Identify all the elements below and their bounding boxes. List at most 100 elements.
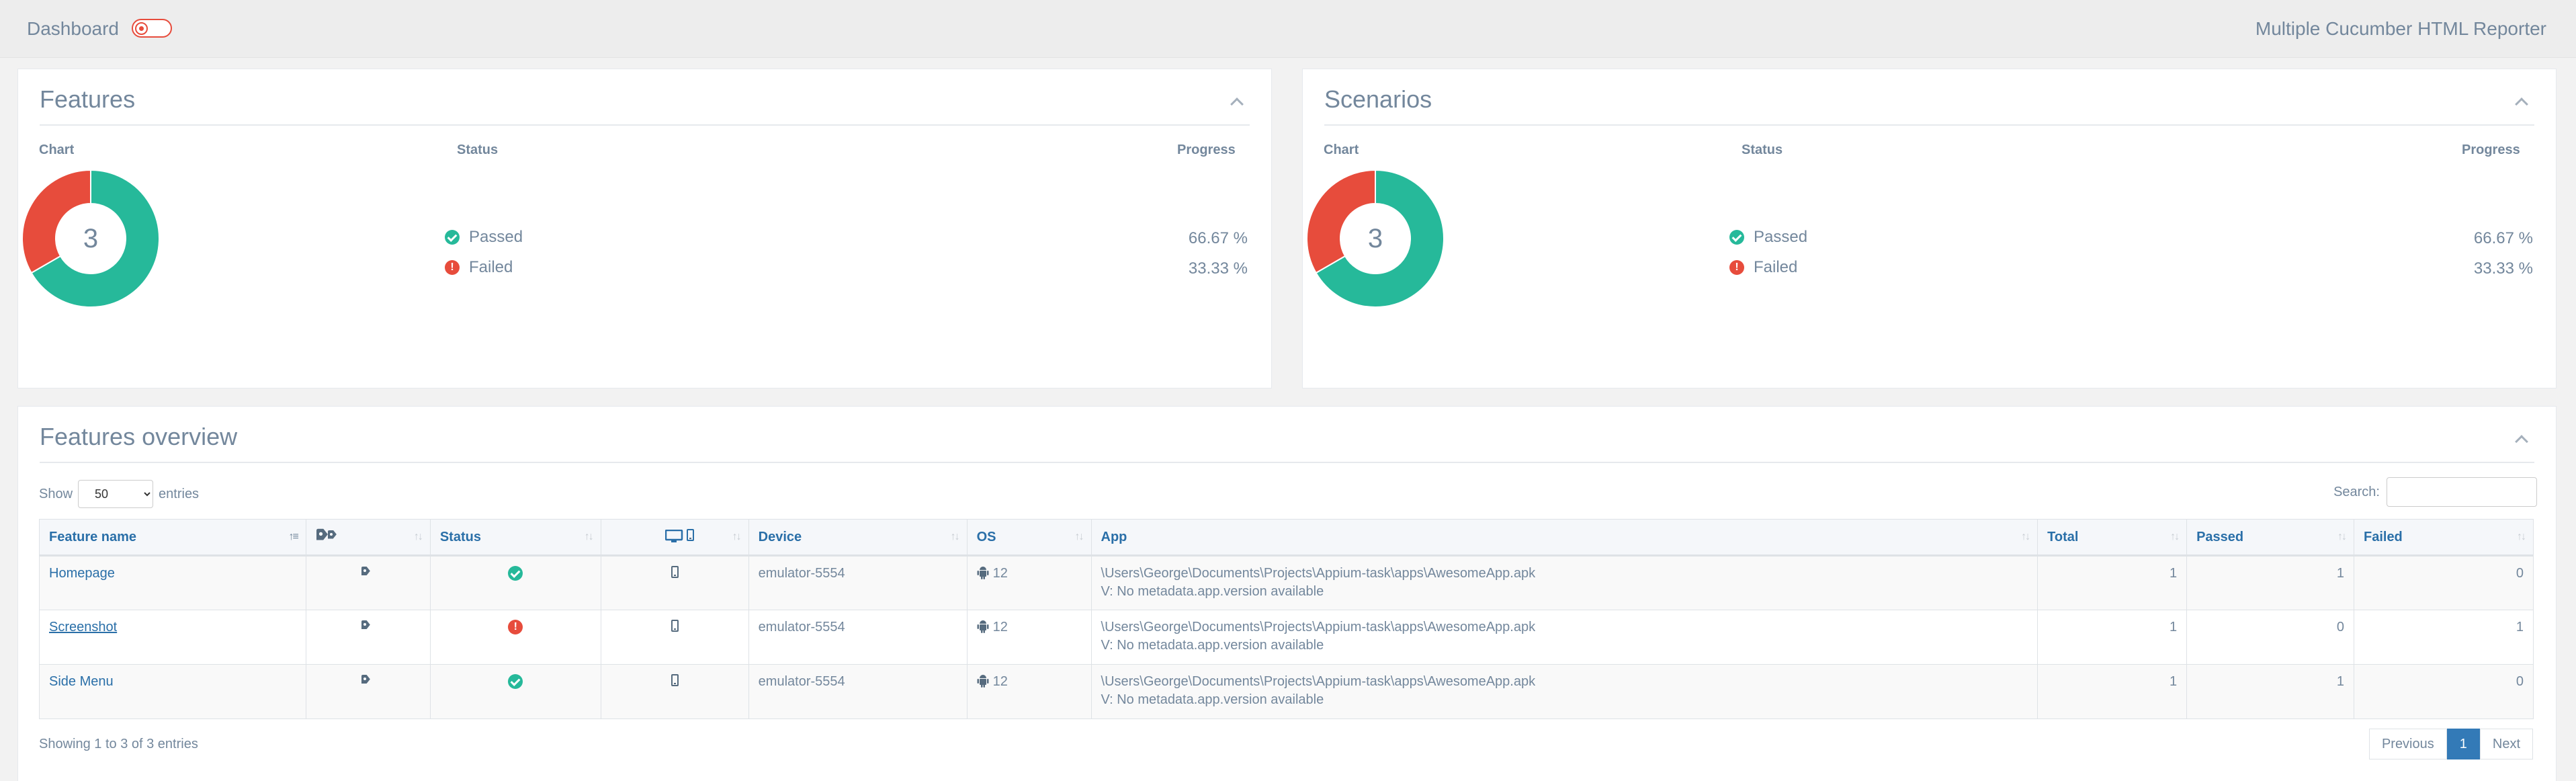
th-app[interactable]: App ↑↓ xyxy=(1090,519,2038,557)
check-circle-icon xyxy=(1729,230,1744,245)
status-failed: Failed xyxy=(1729,258,1797,277)
col-progress: Progress xyxy=(2462,142,2520,157)
status-passed: Passed xyxy=(1729,228,1807,247)
table-row: Homepage emulator-5554 12 \Users\George\Doc… xyxy=(39,555,2534,610)
status-label: Failed xyxy=(1754,258,1798,276)
th-failed[interactable]: Failed ↑↓ xyxy=(2353,519,2534,557)
exclamation-circle-icon xyxy=(508,620,523,634)
panel-title: Scenarios xyxy=(1324,85,1432,113)
app-version: V: No metadata.app.version available xyxy=(1101,692,1324,707)
status-label: Failed xyxy=(469,258,513,276)
sort-icon: ↑↓ xyxy=(584,531,594,542)
features-panel: Features xyxy=(17,69,1272,388)
feature-link[interactable]: Side Menu xyxy=(49,674,114,689)
th-feature-name[interactable]: Feature name ↑≡ xyxy=(39,519,306,557)
search-input[interactable] xyxy=(2387,477,2537,507)
th-label: Failed xyxy=(2363,529,2403,544)
sort-icon: ↑↓ xyxy=(1074,531,1084,542)
sort-icon: ↑↓ xyxy=(2170,531,2180,542)
app-version: V: No metadata.app.version available xyxy=(1101,638,1324,653)
sort-icon: ↑↓ xyxy=(2337,531,2347,542)
progress-passed: 66.67 % xyxy=(1188,229,1248,247)
cell-tags xyxy=(305,610,431,665)
col-progress: Progress xyxy=(1177,142,1236,157)
features-table: Feature name ↑≡ ↑↓ Status ↑↓ ↑↓ Device ↑↓ O… xyxy=(39,519,2534,719)
status-label: Passed xyxy=(469,228,523,246)
tag-icon[interactable] xyxy=(361,675,375,686)
th-label: Device xyxy=(758,529,802,544)
scenarios-total: 3 xyxy=(1367,224,1383,253)
th-label: App xyxy=(1101,529,1127,544)
th-label: Status xyxy=(439,529,481,544)
mobile-icon xyxy=(671,674,679,686)
tag-icon[interactable] xyxy=(361,567,375,577)
next-button[interactable]: Next xyxy=(2479,729,2533,759)
cell-total: 1 xyxy=(2037,555,2188,610)
panel-title: Features overview xyxy=(40,423,238,450)
features-total: 3 xyxy=(83,224,99,253)
progress-failed: 33.33 % xyxy=(2473,259,2533,278)
chevron-up-icon[interactable] xyxy=(2514,95,2528,108)
status-passed: Passed xyxy=(445,228,523,247)
feature-link[interactable]: Screenshot xyxy=(49,620,117,634)
cell-app: \Users\George\Documents\Projects\Appium-… xyxy=(1090,555,2038,610)
th-os[interactable]: OS ↑↓ xyxy=(966,519,1092,557)
app-path: \Users\George\Documents\Projects\Appium-… xyxy=(1101,620,1536,634)
sort-icon: ↑↓ xyxy=(413,531,423,542)
chevron-up-icon[interactable] xyxy=(2514,432,2528,446)
sort-icon: ↑↓ xyxy=(732,531,742,542)
col-chart: Chart xyxy=(1324,142,1359,157)
cell-passed: 1 xyxy=(2186,664,2354,719)
tags-icon xyxy=(328,530,341,541)
th-status[interactable]: Status ↑↓ xyxy=(429,519,601,557)
cell-tags xyxy=(305,664,431,719)
cell-status xyxy=(429,664,601,719)
page-1-button[interactable]: 1 xyxy=(2446,729,2480,759)
status-label: Passed xyxy=(1754,228,1808,246)
theme-toggle[interactable] xyxy=(132,19,172,38)
app-path: \Users\George\Documents\Projects\Appium-… xyxy=(1101,566,1536,581)
exclamation-circle-icon xyxy=(1729,260,1744,275)
cell-passed: 0 xyxy=(2186,610,2354,665)
feature-link[interactable]: Homepage xyxy=(49,566,115,581)
progress-failed: 33.33 % xyxy=(1188,259,1248,278)
cell-total: 1 xyxy=(2037,610,2188,665)
th-device[interactable]: Device ↑↓ xyxy=(748,519,968,557)
table-row: Side Menu emulator-5554 12 \Users\George\Do… xyxy=(39,664,2534,719)
th-label: Feature name xyxy=(49,529,137,544)
page-length-select[interactable]: 50 xyxy=(78,480,154,508)
th-label: OS xyxy=(976,529,996,544)
th-label: Passed xyxy=(2196,529,2244,544)
tag-icon[interactable] xyxy=(361,620,375,631)
col-status: Status xyxy=(1742,142,1783,157)
mobile-icon xyxy=(686,529,694,541)
col-status: Status xyxy=(457,142,499,157)
os-version: 12 xyxy=(992,674,1008,689)
divider xyxy=(40,124,1250,126)
previous-button[interactable]: Previous xyxy=(2368,729,2447,759)
entries-label: entries xyxy=(159,486,200,501)
cell-device-type xyxy=(600,610,749,665)
chevron-up-icon[interactable] xyxy=(1230,95,1243,108)
panel-title: Features xyxy=(40,85,136,113)
th-total[interactable]: Total ↑↓ xyxy=(2037,519,2188,557)
th-passed[interactable]: Passed ↑↓ xyxy=(2186,519,2354,557)
pagination: Previous 1 Next xyxy=(2368,729,2533,759)
th-device-type[interactable]: ↑↓ xyxy=(600,519,749,557)
cell-device: emulator-5554 xyxy=(748,664,968,719)
cell-feature-name: Screenshot xyxy=(39,610,306,665)
cell-os: 12 xyxy=(966,555,1092,610)
mobile-icon xyxy=(671,566,679,578)
sort-icon: ↑↓ xyxy=(2517,531,2526,542)
search-control: Search: xyxy=(2333,477,2537,507)
cell-failed: 0 xyxy=(2353,555,2534,610)
app-path: \Users\George\Documents\Projects\Appium-… xyxy=(1101,674,1536,689)
show-label: Show xyxy=(39,486,73,501)
page-length-control: Show 50 entries xyxy=(39,480,199,508)
desktop-icon xyxy=(664,530,683,542)
table-info: Showing 1 to 3 of 3 entries xyxy=(39,737,198,751)
mobile-icon xyxy=(671,620,679,632)
check-circle-icon xyxy=(445,230,460,245)
th-tags[interactable]: ↑↓ xyxy=(305,519,431,557)
cell-status xyxy=(429,610,601,665)
